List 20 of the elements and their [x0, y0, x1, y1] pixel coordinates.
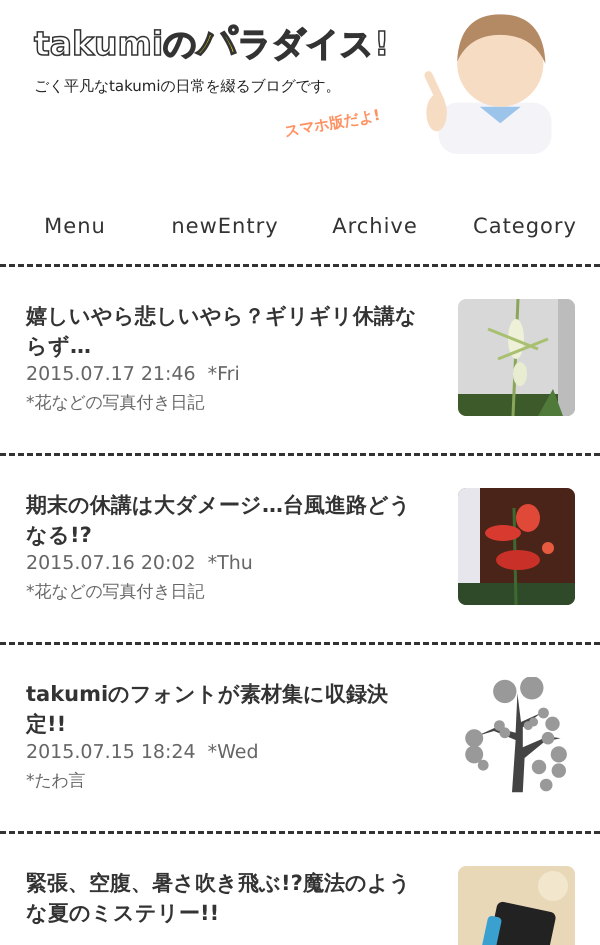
mobile-version-label: スマホ版だよ! — [283, 106, 382, 142]
site-tagline: ごく平凡なtakumiの日常を綴るブログです。 — [34, 77, 342, 96]
entry-date: 2015.07.16 20:02 — [26, 552, 196, 574]
entry-title-link[interactable]: 緊張、空腹、暑さ吹き飛ぶ!?魔法のような夏のミステリー!! — [26, 868, 426, 928]
nav-link[interactable]: Menu — [0, 214, 150, 238]
site-logo[interactable]: takumiのパラダイス! — [34, 14, 600, 69]
entry-weekday: *Thu — [208, 552, 253, 574]
entry-category-link[interactable]: *花などの写真付き日記 — [26, 580, 426, 603]
entry-weekday: *Wed — [208, 741, 259, 763]
entry-title-link[interactable]: 嬉しいやら悲しいやら？ギリギリ休講ならず… — [26, 301, 426, 361]
entry-date: 2015.07.15 18:24 — [26, 741, 196, 763]
entry-title-link[interactable]: takumiのフォントが素材集に収録決定!! — [26, 679, 426, 739]
entry-weekday: *Fri — [208, 363, 240, 385]
nav-link[interactable]: Archive — [300, 214, 450, 238]
nav-link[interactable]: Category — [450, 214, 600, 238]
entry-category-link[interactable]: *花などの写真付き日記 — [26, 391, 426, 414]
entry-title-link[interactable]: 期末の休講は大ダメージ…台風進路どうなる!? — [26, 490, 426, 550]
entry-category-link[interactable]: *たわ言 — [26, 769, 426, 792]
nav-link[interactable]: newEntry — [150, 214, 300, 238]
entry-date: 2015.07.17 21:46 — [26, 363, 196, 385]
